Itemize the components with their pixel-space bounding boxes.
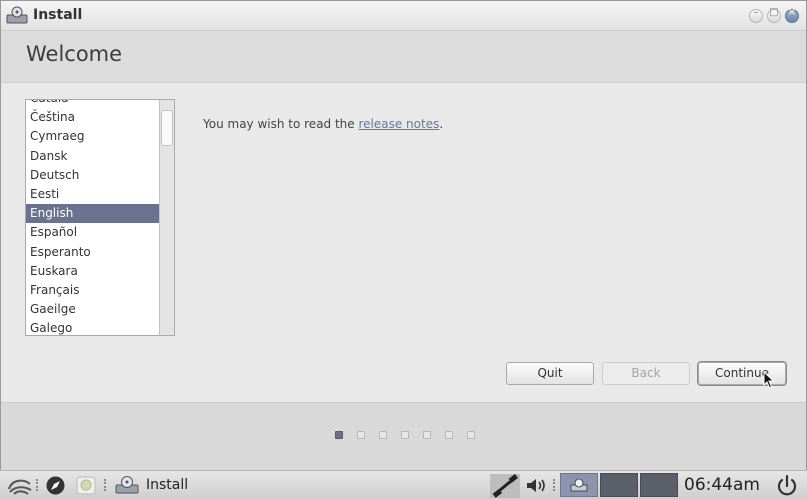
language-list-scrollbar[interactable] — [159, 100, 174, 335]
close-button[interactable]: × — [785, 7, 799, 23]
close-icon: × — [787, 7, 797, 18]
language-item[interactable]: Čeština — [26, 108, 159, 127]
file-manager-icon[interactable] — [75, 475, 97, 496]
window-title: Install — [33, 7, 83, 23]
quit-button[interactable]: Quit — [506, 362, 594, 385]
release-notes-text: You may wish to read the release notes. — [203, 117, 443, 131]
taskbar-grip — [553, 479, 556, 491]
scrollbar-thumb[interactable] — [161, 110, 173, 146]
language-item[interactable]: Français — [26, 281, 159, 300]
language-item[interactable]: Deutsch — [26, 166, 159, 185]
clock[interactable]: 06:44am — [684, 475, 760, 495]
language-item[interactable]: Dansk — [26, 147, 159, 166]
language-item[interactable]: Esperanto — [26, 243, 159, 262]
page-header: Welcome — [1, 31, 806, 83]
language-item[interactable]: Español — [26, 223, 159, 242]
release-notes-link[interactable]: release notes — [358, 117, 439, 131]
network-cable-icon[interactable] — [490, 474, 520, 498]
language-list-items: CatalàČeštinaCymraegDanskDeutschEestiEng… — [26, 100, 159, 335]
language-list[interactable]: CatalàČeštinaCymraegDanskDeutschEestiEng… — [25, 99, 175, 336]
back-button[interactable]: Back — [602, 362, 690, 385]
language-item[interactable]: Català — [26, 100, 159, 108]
volume-icon[interactable] — [525, 476, 549, 495]
main-content: CatalàČeštinaCymraegDanskDeutschEestiEng… — [1, 84, 806, 402]
step-dot — [379, 431, 387, 439]
menu-swirl-icon[interactable] — [6, 475, 34, 496]
step-dot — [445, 431, 453, 439]
step-dot — [357, 431, 365, 439]
language-item[interactable]: Euskara — [26, 262, 159, 281]
installer-task-icon[interactable] — [115, 475, 139, 495]
step-indicator-bar — [1, 402, 806, 470]
release-notes-suffix: . — [439, 117, 444, 131]
title-bar[interactable]: Install – □ × — [1, 1, 806, 31]
installer-drive-icon — [6, 6, 28, 24]
workspace-2[interactable] — [600, 473, 638, 497]
workspace-3[interactable] — [640, 473, 678, 497]
taskbar: Install 06:44am — [0, 470, 807, 499]
step-dot — [335, 431, 343, 439]
language-item[interactable]: Gaeilge — [26, 300, 159, 319]
language-item[interactable]: English — [26, 204, 159, 224]
task-label[interactable]: Install — [146, 477, 188, 493]
release-notes-prefix: You may wish to read the — [203, 117, 359, 131]
step-dot — [401, 431, 409, 439]
workspace-1[interactable] — [560, 473, 598, 497]
compass-icon[interactable] — [45, 475, 66, 496]
step-dots — [335, 431, 475, 439]
power-icon[interactable] — [775, 474, 799, 498]
language-item[interactable]: Galego — [26, 319, 159, 335]
maximize-button[interactable]: □ — [767, 7, 781, 23]
mouse-pointer-icon — [763, 371, 775, 389]
page-title: Welcome — [26, 42, 123, 66]
step-dot — [467, 431, 475, 439]
installer-window: Install – □ × Welcome CatalàČeštinaCymra… — [0, 0, 807, 470]
minimize-button[interactable]: – — [749, 7, 763, 23]
workspace-installer-icon — [570, 478, 588, 492]
language-item[interactable]: Cymraeg — [26, 127, 159, 146]
maximize-icon: □ — [769, 7, 779, 18]
minimize-icon: – — [753, 7, 759, 18]
taskbar-grip — [104, 479, 107, 491]
taskbar-grip — [36, 479, 39, 491]
step-dot — [423, 431, 431, 439]
language-item[interactable]: Eesti — [26, 185, 159, 204]
